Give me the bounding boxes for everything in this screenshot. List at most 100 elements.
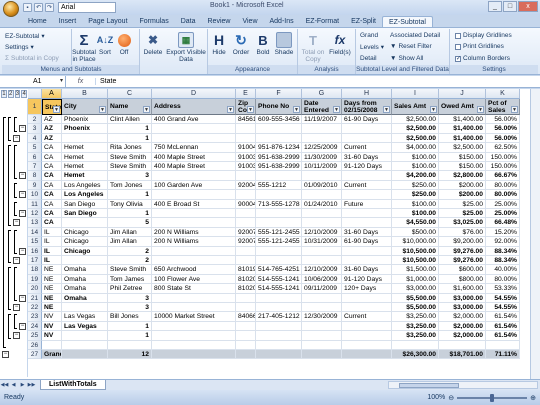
- subtotal-cell[interactable]: $2,500.00: [392, 133, 439, 144]
- data-cell[interactable]: Omaha: [62, 274, 108, 285]
- subtotal-cell[interactable]: [342, 133, 392, 144]
- filter-dropdown-icon[interactable]: ▼: [247, 106, 254, 113]
- data-cell[interactable]: 400 Maple Street: [152, 152, 236, 162]
- subtotal-cell[interactable]: $2,000.00: [439, 331, 486, 341]
- data-cell[interactable]: 84561: [236, 115, 256, 125]
- data-cell[interactable]: 80.00%: [486, 180, 520, 191]
- header-cell-g[interactable]: Date Entered ▼: [302, 99, 342, 115]
- data-cell[interactable]: Current: [342, 143, 392, 153]
- column-header-f[interactable]: F: [256, 89, 302, 99]
- levels-dropdown[interactable]: Levels ▾: [360, 43, 384, 52]
- outline-level-4-button[interactable]: 4: [21, 90, 27, 98]
- row-header-3[interactable]: 3: [28, 124, 42, 134]
- subtotal-cell[interactable]: $200.00: [439, 190, 486, 200]
- outline-level-1-button[interactable]: 1: [1, 90, 7, 98]
- data-cell[interactable]: 555-121-2455: [256, 237, 302, 247]
- worksheet-grid[interactable]: 1234 −−−−−−−−−−−−− ABCDEFGHIJK1State▼Cit…: [0, 89, 540, 379]
- subtotal-cell[interactable]: 88.34%: [486, 256, 520, 266]
- row-header-10[interactable]: 10: [28, 190, 42, 200]
- zoom-out-icon[interactable]: ⊖: [448, 394, 454, 402]
- filter-dropdown-icon[interactable]: ▼: [511, 106, 518, 113]
- data-cell[interactable]: [42, 340, 62, 350]
- data-cell[interactable]: NE: [42, 274, 62, 285]
- subtotal-cell[interactable]: $25.00: [439, 209, 486, 219]
- subtotal-cell[interactable]: [302, 124, 342, 134]
- data-cell[interactable]: [392, 340, 439, 350]
- data-cell[interactable]: 514-555-1241: [256, 284, 302, 294]
- subtotal-cell[interactable]: 88.34%: [486, 246, 520, 256]
- subtotal-cell[interactable]: [236, 293, 256, 303]
- data-cell[interactable]: $2,500.00: [392, 115, 439, 125]
- order-button[interactable]: ↻ Order: [230, 32, 252, 57]
- row-header-22[interactable]: 22: [28, 303, 42, 313]
- zoom-slider[interactable]: [457, 393, 528, 402]
- subtotal-cell[interactable]: $250.00: [392, 190, 439, 200]
- subtotal-cell[interactable]: [152, 256, 236, 266]
- row-header-18[interactable]: 18: [28, 265, 42, 275]
- subtotal-cell[interactable]: 61.54%: [486, 331, 520, 341]
- row-header-12[interactable]: 12: [28, 209, 42, 219]
- grand-total-cell[interactable]: [256, 350, 302, 360]
- subtotal-cell[interactable]: [152, 171, 236, 181]
- data-cell[interactable]: $3,250.00: [392, 312, 439, 322]
- subtotal-cell[interactable]: Omaha: [62, 293, 108, 303]
- data-cell[interactable]: $3,000.00: [392, 284, 439, 294]
- sheet-tab-listwithtotals[interactable]: ListWithTotals: [40, 380, 106, 390]
- subtotal-cell[interactable]: $3,025.00: [439, 218, 486, 228]
- data-cell[interactable]: Tony Olivia: [108, 199, 152, 209]
- subtotal-cell[interactable]: [256, 171, 302, 181]
- row-header-11[interactable]: 11: [28, 199, 42, 209]
- subtotal-cell[interactable]: [152, 331, 236, 341]
- row-header-20[interactable]: 20: [28, 284, 42, 294]
- data-cell[interactable]: Phil Zetree: [108, 284, 152, 294]
- filter-dropdown-icon[interactable]: ▼: [293, 106, 300, 113]
- subtotal-cell[interactable]: 1: [108, 124, 152, 134]
- data-cell[interactable]: 92007: [236, 227, 256, 238]
- row-header-15[interactable]: 15: [28, 237, 42, 247]
- subtotal-cell[interactable]: $3,250.00: [392, 321, 439, 332]
- data-cell[interactable]: [152, 340, 236, 350]
- fields-button[interactable]: fx Field(s): [328, 32, 352, 57]
- data-cell[interactable]: Hemet: [62, 143, 108, 153]
- data-cell[interactable]: Phoenix: [62, 115, 108, 125]
- data-cell[interactable]: 61.54%: [486, 312, 520, 322]
- data-cell[interactable]: 11/19/2007: [302, 115, 342, 125]
- data-cell[interactable]: CA: [42, 143, 62, 153]
- subtotal-cell[interactable]: 80.00%: [486, 190, 520, 200]
- data-cell[interactable]: $10,000.00: [392, 237, 439, 247]
- redo-icon[interactable]: ↷: [45, 3, 54, 12]
- data-cell[interactable]: 92007: [236, 237, 256, 247]
- subtotal-cell[interactable]: [62, 331, 108, 341]
- subtotal-cell[interactable]: [236, 124, 256, 134]
- restore-button[interactable]: □: [503, 1, 517, 12]
- subtotal-cell[interactable]: $10,500.00: [392, 256, 439, 266]
- subtotal-cell[interactable]: San Diego: [62, 209, 108, 219]
- data-cell[interactable]: 514-555-1241: [256, 274, 302, 285]
- data-cell[interactable]: $500.00: [392, 227, 439, 238]
- data-cell[interactable]: 555-1212: [256, 180, 302, 191]
- formula-input[interactable]: State: [96, 78, 116, 85]
- off-button[interactable]: Off: [116, 32, 132, 56]
- data-cell[interactable]: 62.50%: [486, 143, 520, 153]
- subtotal-cell[interactable]: 56.00%: [486, 133, 520, 144]
- row-header-27[interactable]: 27: [28, 350, 42, 360]
- tab-view[interactable]: View: [236, 16, 263, 27]
- subtotal-cell[interactable]: $3,250.00: [392, 331, 439, 341]
- filter-dropdown-icon[interactable]: ▼: [143, 106, 150, 113]
- header-cell-h[interactable]: Days from 02/15/2008 ▼: [342, 99, 392, 115]
- data-cell[interactable]: $600.00: [439, 265, 486, 275]
- name-box[interactable]: A1 ▾: [0, 76, 66, 87]
- data-cell[interactable]: $25.00: [439, 199, 486, 209]
- data-cell[interactable]: Steve Smith: [108, 162, 152, 172]
- subtotal-cell[interactable]: [302, 133, 342, 144]
- display-gridlines-checkbox[interactable]: Display Gridlines: [455, 32, 512, 39]
- subtotal-cell[interactable]: [302, 303, 342, 313]
- row-header-19[interactable]: 19: [28, 274, 42, 285]
- row-header-4[interactable]: 4: [28, 133, 42, 144]
- collapse-icon[interactable]: −: [13, 134, 20, 142]
- data-cell[interactable]: 92.00%: [486, 237, 520, 247]
- subtotal-cell[interactable]: 54.55%: [486, 303, 520, 313]
- header-cell-e[interactable]: Zip Cor ▼: [236, 99, 256, 115]
- data-cell[interactable]: CA: [42, 152, 62, 162]
- row-header-14[interactable]: 14: [28, 227, 42, 238]
